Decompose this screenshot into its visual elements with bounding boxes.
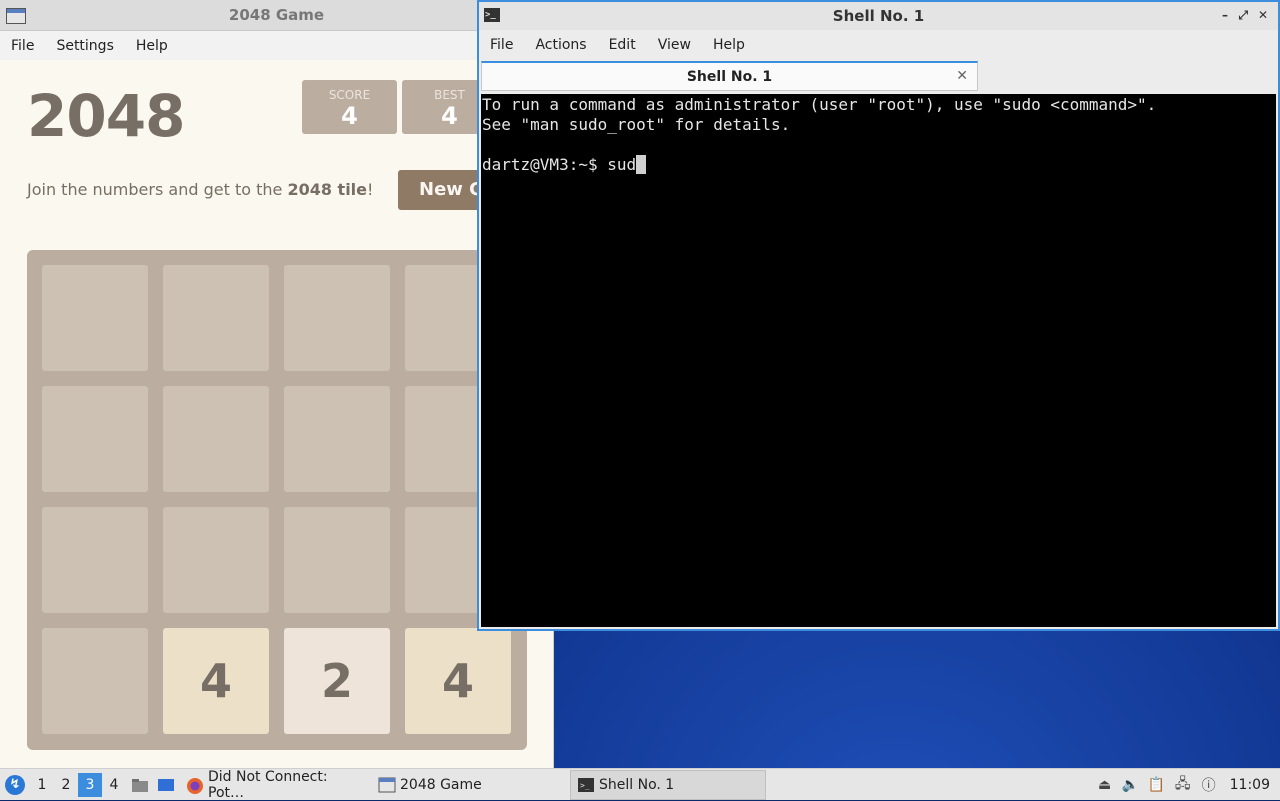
workspace-2[interactable]: 2 (54, 773, 78, 797)
console-line: To run a command as administrator (user … (482, 95, 1157, 114)
terminal-window: >_ Shell No. 1 – ⤢ ✕ File Actions Edit V… (477, 0, 1280, 631)
tile (284, 265, 390, 371)
menu-help[interactable]: Help (125, 38, 179, 54)
game-heading: 2048 (27, 82, 185, 150)
tile (163, 386, 269, 492)
tile (284, 507, 390, 613)
task-label: 2048 Game (400, 776, 482, 793)
tab-bar: Shell No. 1 ✕ (479, 60, 1278, 92)
console-line: See "man sudo_root" for details. (482, 115, 791, 134)
game-titlebar[interactable]: 2048 Game (0, 0, 553, 31)
task-2048-game[interactable]: 2048 Game (372, 770, 568, 800)
workspace-4[interactable]: 4 (102, 773, 126, 797)
tile (284, 386, 390, 492)
tile: 4 (163, 628, 269, 734)
start-menu-button[interactable]: ↯ (0, 769, 30, 801)
menu-view[interactable]: View (647, 37, 702, 53)
score-box: SCORE 4 (302, 80, 397, 134)
game-board: 4 2 4 (27, 250, 527, 750)
command-input[interactable]: sud (607, 155, 636, 174)
workspace-3[interactable]: 3 (78, 772, 102, 797)
tile: 2 (284, 628, 390, 734)
text-cursor (636, 155, 647, 174)
tile (42, 386, 148, 492)
menu-file[interactable]: File (479, 37, 524, 53)
terminal-icon: >_ (577, 777, 595, 793)
lubuntu-logo-icon: ↯ (5, 774, 25, 795)
clipboard-icon[interactable]: 📋 (1144, 773, 1170, 797)
tile (163, 265, 269, 371)
tile (42, 265, 148, 371)
menu-settings[interactable]: Settings (45, 38, 124, 54)
terminal-console[interactable]: To run a command as administrator (user … (481, 94, 1276, 627)
game-menubar: File Settings Help (0, 31, 553, 61)
network-icon[interactable]: 🖧 (1170, 773, 1196, 797)
game-window-title: 2048 Game (228, 6, 325, 24)
prompt: dartz@VM3:~$ (482, 155, 608, 174)
maximize-icon[interactable]: ⤢ (1238, 8, 1248, 23)
tab-label: Shell No. 1 (686, 68, 773, 85)
clock[interactable]: 11:09 (1222, 777, 1280, 793)
window-icon (378, 777, 396, 793)
intro-text: Join the numbers and get to the 2048 til… (27, 180, 374, 199)
menu-file[interactable]: File (0, 38, 45, 54)
game-area: 2048 SCORE 4 BEST 4 Join the numbers and… (0, 60, 553, 768)
system-tray: ⏏ 🔈 📋 🖧 ⓘ 11:09 (1092, 773, 1280, 797)
tile (42, 628, 148, 734)
workspace-1[interactable]: 1 (30, 773, 54, 797)
window-icon (6, 8, 26, 24)
tile (42, 507, 148, 613)
prompt-line: dartz@VM3:~$ sud (482, 155, 1276, 175)
show-desktop-icon[interactable] (154, 773, 178, 797)
tab-shell-1[interactable]: Shell No. 1 ✕ (481, 61, 978, 91)
tile (163, 507, 269, 613)
task-shell-no-1[interactable]: >_ Shell No. 1 (570, 769, 766, 800)
minimize-icon[interactable]: – (1222, 8, 1228, 22)
terminal-icon: >_ (484, 8, 500, 22)
firefox-icon (186, 777, 204, 794)
terminal-menubar: File Actions Edit View Help (479, 30, 1278, 60)
menu-help[interactable]: Help (702, 37, 756, 53)
svg-text:>_: >_ (580, 781, 590, 790)
terminal-titlebar[interactable]: >_ Shell No. 1 – ⤢ ✕ (479, 2, 1278, 30)
file-manager-icon[interactable] (128, 773, 152, 797)
score-value: 4 (341, 102, 358, 130)
menu-actions[interactable]: Actions (524, 37, 597, 53)
volume-icon[interactable]: 🔈 (1118, 773, 1144, 797)
terminal-window-title: Shell No. 1 (832, 7, 925, 25)
task-label: Shell No. 1 (599, 776, 675, 793)
taskbar: ↯ 1 2 3 4 Did Not Connect: Pot… 2048 Gam… (0, 768, 1280, 801)
eject-icon[interactable]: ⏏ (1092, 773, 1118, 797)
tab-close-icon[interactable]: ✕ (956, 68, 968, 84)
close-icon[interactable]: ✕ (1258, 8, 1268, 22)
score-label: SCORE (328, 88, 371, 102)
task-firefox[interactable]: Did Not Connect: Pot… (180, 768, 370, 801)
tile: 4 (405, 628, 511, 734)
menu-edit[interactable]: Edit (598, 37, 647, 53)
task-label: Did Not Connect: Pot… (208, 768, 328, 801)
game-window: 2048 Game File Settings Help 2048 SCORE … (0, 0, 554, 768)
notification-icon[interactable]: ⓘ (1196, 773, 1222, 797)
